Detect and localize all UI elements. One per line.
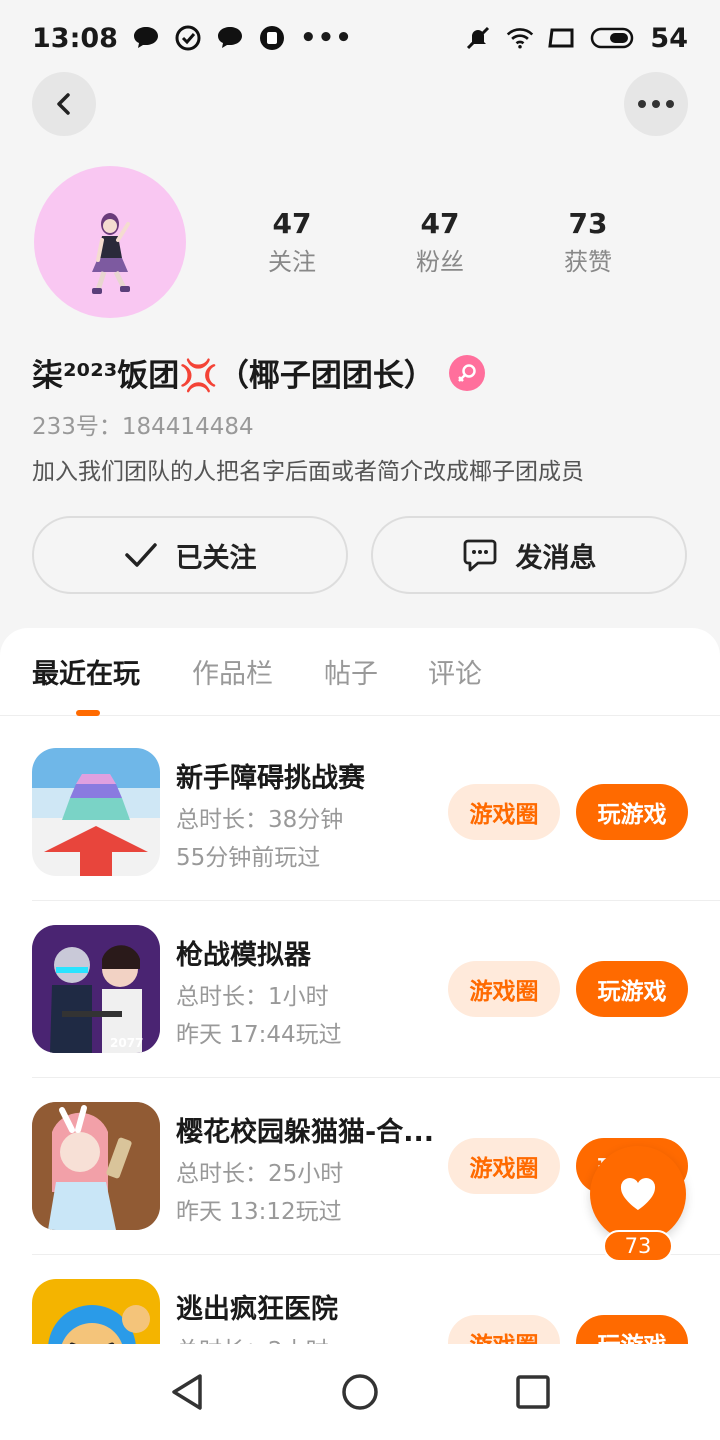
- game-duration: 总时长：25小时: [176, 1161, 344, 1187]
- female-gender-icon: [448, 354, 485, 391]
- game-duration: 总时长：38分钟: [176, 807, 344, 833]
- game-last-played: 55分钟前玩过: [176, 845, 321, 871]
- stat-followers[interactable]: 47 粉丝: [366, 206, 514, 278]
- user-bio: 加入我们团队的人把名字后面或者简介改成椰子团成员: [32, 459, 584, 485]
- game-circle-button[interactable]: 游戏圈: [448, 961, 560, 1017]
- back-button[interactable]: [32, 72, 96, 136]
- triangle-back-icon: [171, 1374, 202, 1410]
- game-title: 樱花校园躲猫猫-合...: [176, 1117, 434, 1148]
- game-title: 枪战模拟器: [176, 940, 311, 971]
- more-horizontal-icon: [638, 100, 674, 108]
- message-icon: [463, 539, 496, 572]
- tab-comments[interactable]: 评论: [428, 652, 482, 691]
- nav-recents-button[interactable]: [509, 1368, 557, 1416]
- stat-label: 粉丝: [416, 248, 464, 276]
- followed-button[interactable]: 已关注: [32, 516, 348, 594]
- nav-home-button[interactable]: [336, 1368, 384, 1416]
- svg-text:2077: 2077: [110, 1036, 143, 1050]
- send-message-button[interactable]: 发消息: [371, 516, 687, 594]
- square-recents-icon: [516, 1375, 551, 1409]
- stat-likes[interactable]: 73 获赞: [514, 206, 662, 278]
- send-message-label: 发消息: [515, 542, 597, 574]
- game-icon: 2077: [32, 925, 160, 1053]
- game-title: 逃出疯狂医院: [176, 1294, 338, 1325]
- like-count-badge: 73: [603, 1230, 673, 1262]
- nav-back-button[interactable]: [163, 1368, 211, 1416]
- game-duration: 总时长：2小时: [176, 1331, 329, 1344]
- game-list-item[interactable]: 2077 枪战模拟器 总时长：1小时 昨天 17:44玩过 游戏圈 玩游戏: [0, 925, 720, 1102]
- play-game-button[interactable]: 玩游戏: [576, 784, 688, 840]
- stat-value: 47: [420, 207, 460, 240]
- heart-icon: [620, 1178, 656, 1210]
- game-title: 新手障碍挑战赛: [176, 763, 365, 794]
- game-icon: [32, 748, 160, 876]
- tab-bar: 最近在玩 作品栏 帖子 评论: [0, 628, 720, 716]
- checkmark-icon: [124, 543, 157, 567]
- chat-bubble-icon: [216, 24, 244, 52]
- stat-value: 47: [272, 207, 312, 240]
- check-circle-icon: [174, 24, 202, 52]
- battery-icon: [590, 24, 636, 52]
- play-game-button[interactable]: 玩游戏: [576, 1315, 688, 1344]
- username: 柒²⁰²³饭团💢（椰子团团长）: [32, 358, 435, 394]
- tab-active-indicator: [76, 710, 100, 716]
- divider: [32, 900, 720, 901]
- play-game-button[interactable]: 玩游戏: [576, 961, 688, 1017]
- game-list-item[interactable]: 新手障碍挑战赛 总时长：38分钟 55分钟前玩过 游戏圈 玩游戏: [0, 748, 720, 925]
- stat-value: 73: [568, 207, 608, 240]
- top-nav: [0, 72, 720, 136]
- screen-icon: [548, 24, 576, 52]
- status-time: 13:08: [32, 22, 118, 54]
- system-nav-bar: [0, 1344, 720, 1440]
- avatar-character-image: [92, 213, 130, 294]
- more-options-button[interactable]: [624, 72, 688, 136]
- user-id: 233号：184414484: [32, 414, 254, 440]
- game-icon: [32, 1279, 160, 1344]
- profile-stats: 47 关注 47 粉丝 73 获赞: [218, 206, 662, 278]
- mute-icon: [464, 24, 492, 52]
- game-last-played: 昨天 13:12玩过: [176, 1199, 342, 1225]
- stat-following[interactable]: 47 关注: [218, 206, 366, 278]
- chat-bubble-icon: [132, 24, 160, 52]
- followed-label: 已关注: [175, 542, 257, 574]
- game-list-item[interactable]: 逃出疯狂医院 总时长：2小时 游戏圈 玩游戏: [0, 1279, 720, 1344]
- stat-label: 获赞: [564, 248, 612, 276]
- game-duration: 总时长：1小时: [176, 984, 329, 1010]
- game-circle-button[interactable]: 游戏圈: [448, 1138, 560, 1194]
- game-last-played: 昨天 17:44玩过: [176, 1022, 342, 1048]
- circle-home-icon: [342, 1374, 378, 1410]
- divider: [32, 1077, 720, 1078]
- stat-label: 关注: [268, 248, 316, 276]
- game-circle-button[interactable]: 游戏圈: [448, 1315, 560, 1344]
- game-circle-button[interactable]: 游戏圈: [448, 784, 560, 840]
- more-notifications-icon: •••: [299, 23, 353, 53]
- username-row: 柒²⁰²³饭团💢（椰子团团长）: [32, 350, 485, 395]
- wifi-icon: [506, 24, 534, 52]
- game-icon: [32, 1102, 160, 1230]
- chevron-left-icon: [57, 93, 70, 115]
- tab-recently-played[interactable]: 最近在玩: [32, 652, 140, 691]
- tab-posts[interactable]: 帖子: [324, 652, 378, 691]
- battery-level: 54: [650, 22, 688, 54]
- like-button[interactable]: [590, 1146, 686, 1242]
- tab-works[interactable]: 作品栏: [192, 652, 273, 691]
- app-notification-icon: [258, 24, 286, 52]
- status-bar: 13:08 ••• 54: [0, 0, 720, 76]
- avatar[interactable]: [34, 166, 186, 318]
